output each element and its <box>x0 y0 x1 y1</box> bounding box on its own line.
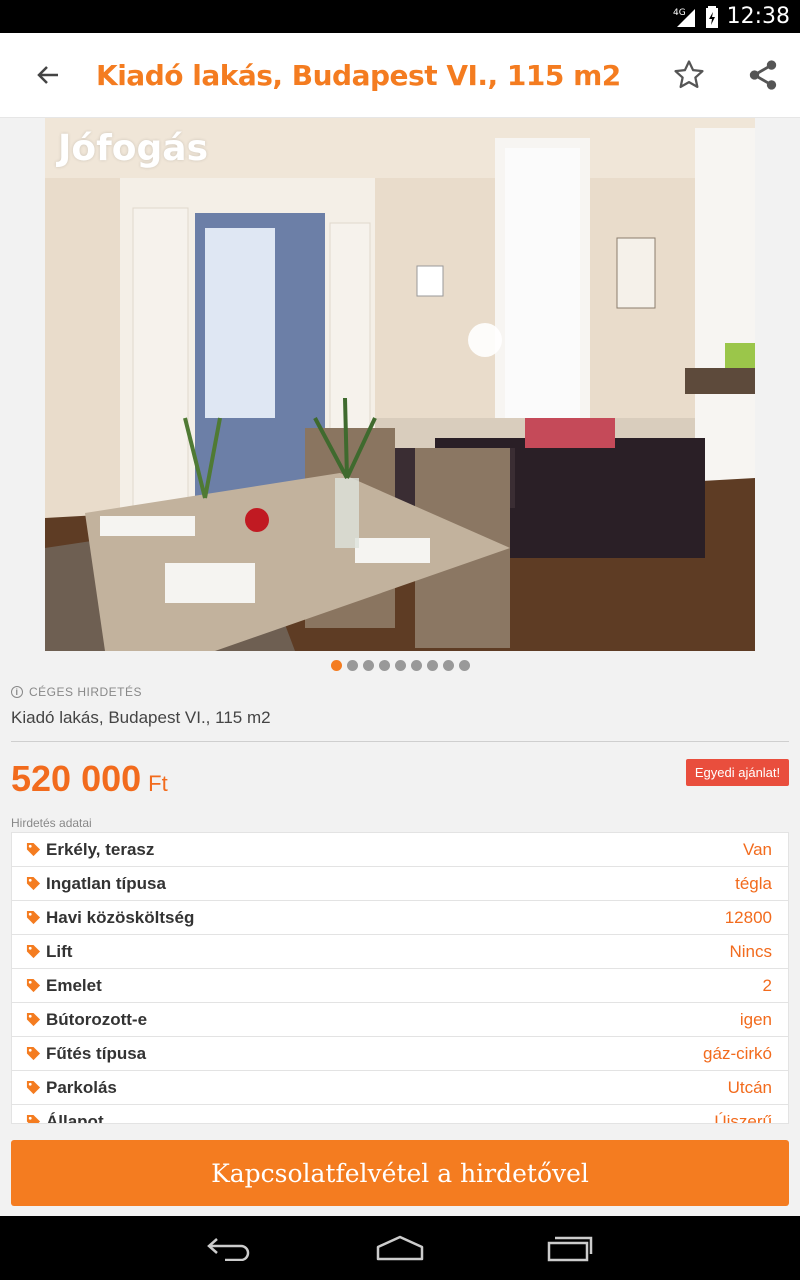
detail-label: Emelet <box>46 975 102 995</box>
listing-photo[interactable] <box>45 118 755 651</box>
tag-icon <box>26 1046 41 1061</box>
tag-icon <box>26 876 41 891</box>
detail-row: Emelet 2 <box>12 969 788 1003</box>
detail-row: Parkolás Utcán <box>12 1071 788 1105</box>
status-bar: 4G 12:38 <box>0 0 800 33</box>
detail-row: Fűtés típusa gáz-cirkó <box>12 1037 788 1071</box>
detail-value: igen <box>739 1009 772 1029</box>
detail-row: Állapot Újszerű <box>12 1105 788 1124</box>
detail-row: Lift Nincs <box>12 935 788 969</box>
pager-dot[interactable] <box>394 660 406 671</box>
details-list[interactable]: Erkély, terasz Van Ingatlan típusa tégla… <box>11 832 789 1124</box>
tag-icon <box>26 910 41 925</box>
system-nav-bar <box>0 1216 800 1280</box>
details-section-label: Hirdetés adatai <box>11 816 92 830</box>
detail-row: Bútorozott-e igen <box>12 1003 788 1037</box>
pager-dot[interactable] <box>442 660 454 671</box>
status-clock: 12:38 <box>726 4 790 29</box>
ad-type-text: CÉGES HIRDETÉS <box>29 685 143 699</box>
pager-dot[interactable] <box>426 660 438 671</box>
tag-icon <box>26 1080 41 1095</box>
share-icon <box>749 60 777 90</box>
divider <box>11 741 789 742</box>
status-icons: 4G <box>673 5 719 28</box>
apartment-photo-illustration <box>45 118 755 651</box>
detail-value: Van <box>743 839 772 859</box>
ad-subtitle: Kiadó lakás, Budapest VI., 115 m2 <box>11 708 271 727</box>
detail-value: Utcán <box>727 1077 772 1097</box>
tag-icon <box>26 1114 41 1123</box>
pager-dot[interactable] <box>330 660 342 671</box>
signal-icon: 4G <box>673 8 695 27</box>
back-arrow-icon <box>37 66 58 84</box>
detail-label: Ingatlan típusa <box>46 873 166 893</box>
pager-dot[interactable] <box>458 660 470 671</box>
watermark-logo: Jófogás <box>58 128 209 169</box>
nav-back-icon <box>207 1238 250 1261</box>
detail-label: Erkély, terasz <box>46 839 155 859</box>
detail-row: Ingatlan típusa tégla <box>12 867 788 901</box>
nav-home-button[interactable] <box>365 1223 435 1273</box>
custom-offer-button[interactable]: Egyedi ajánlat! <box>686 759 789 786</box>
detail-row: Erkély, terasz Van <box>12 833 788 867</box>
info-icon: i <box>11 686 23 698</box>
nav-back-button[interactable] <box>195 1223 265 1273</box>
detail-value: Nincs <box>729 941 772 961</box>
svg-text:4G: 4G <box>673 8 686 18</box>
nav-recents-icon <box>547 1236 593 1262</box>
detail-value: Újszerű <box>714 1111 772 1124</box>
pager-dot[interactable] <box>346 660 358 671</box>
detail-value: 12800 <box>724 907 772 927</box>
pager-dot[interactable] <box>378 660 390 671</box>
detail-value: gáz-cirkó <box>703 1043 772 1063</box>
tag-icon <box>26 944 41 959</box>
nav-recents-button[interactable] <box>535 1223 605 1273</box>
nav-home-icon <box>376 1235 424 1261</box>
star-icon <box>674 60 704 89</box>
back-button[interactable] <box>0 33 96 118</box>
tag-icon <box>26 842 41 857</box>
price: 520 000 Ft <box>11 758 168 800</box>
contact-advertiser-button[interactable]: Kapcsolatfelvétel a hirdetővel <box>11 1140 789 1206</box>
detail-label: Lift <box>46 941 73 961</box>
photo-gallery[interactable]: Jófogás <box>0 118 800 651</box>
app-bar: Kiadó lakás, Budapest VI., 115 m2 <box>0 33 800 118</box>
detail-label: Bútorozott-e <box>46 1009 148 1029</box>
detail-label: Fűtés típusa <box>46 1043 147 1063</box>
tag-icon <box>26 1012 41 1027</box>
pager-dot[interactable] <box>410 660 422 671</box>
detail-label: Állapot <box>46 1111 104 1124</box>
price-amount: 520 000 <box>11 758 142 799</box>
price-currency: Ft <box>148 771 168 796</box>
share-button[interactable] <box>726 33 800 118</box>
detail-value: tégla <box>735 873 772 893</box>
pager-dot[interactable] <box>362 660 374 671</box>
detail-label: Havi közösköltség <box>46 907 195 927</box>
ad-type-label: i CÉGES HIRDETÉS <box>11 685 142 699</box>
gallery-pager <box>0 660 800 671</box>
page-title: Kiadó lakás, Budapest VI., 115 m2 <box>96 58 621 92</box>
battery-icon <box>705 5 718 28</box>
detail-value: 2 <box>762 975 772 995</box>
favorite-button[interactable] <box>652 33 726 118</box>
detail-label: Parkolás <box>46 1077 117 1097</box>
detail-row: Havi közösköltség 12800 <box>12 901 788 935</box>
tag-icon <box>26 978 41 993</box>
